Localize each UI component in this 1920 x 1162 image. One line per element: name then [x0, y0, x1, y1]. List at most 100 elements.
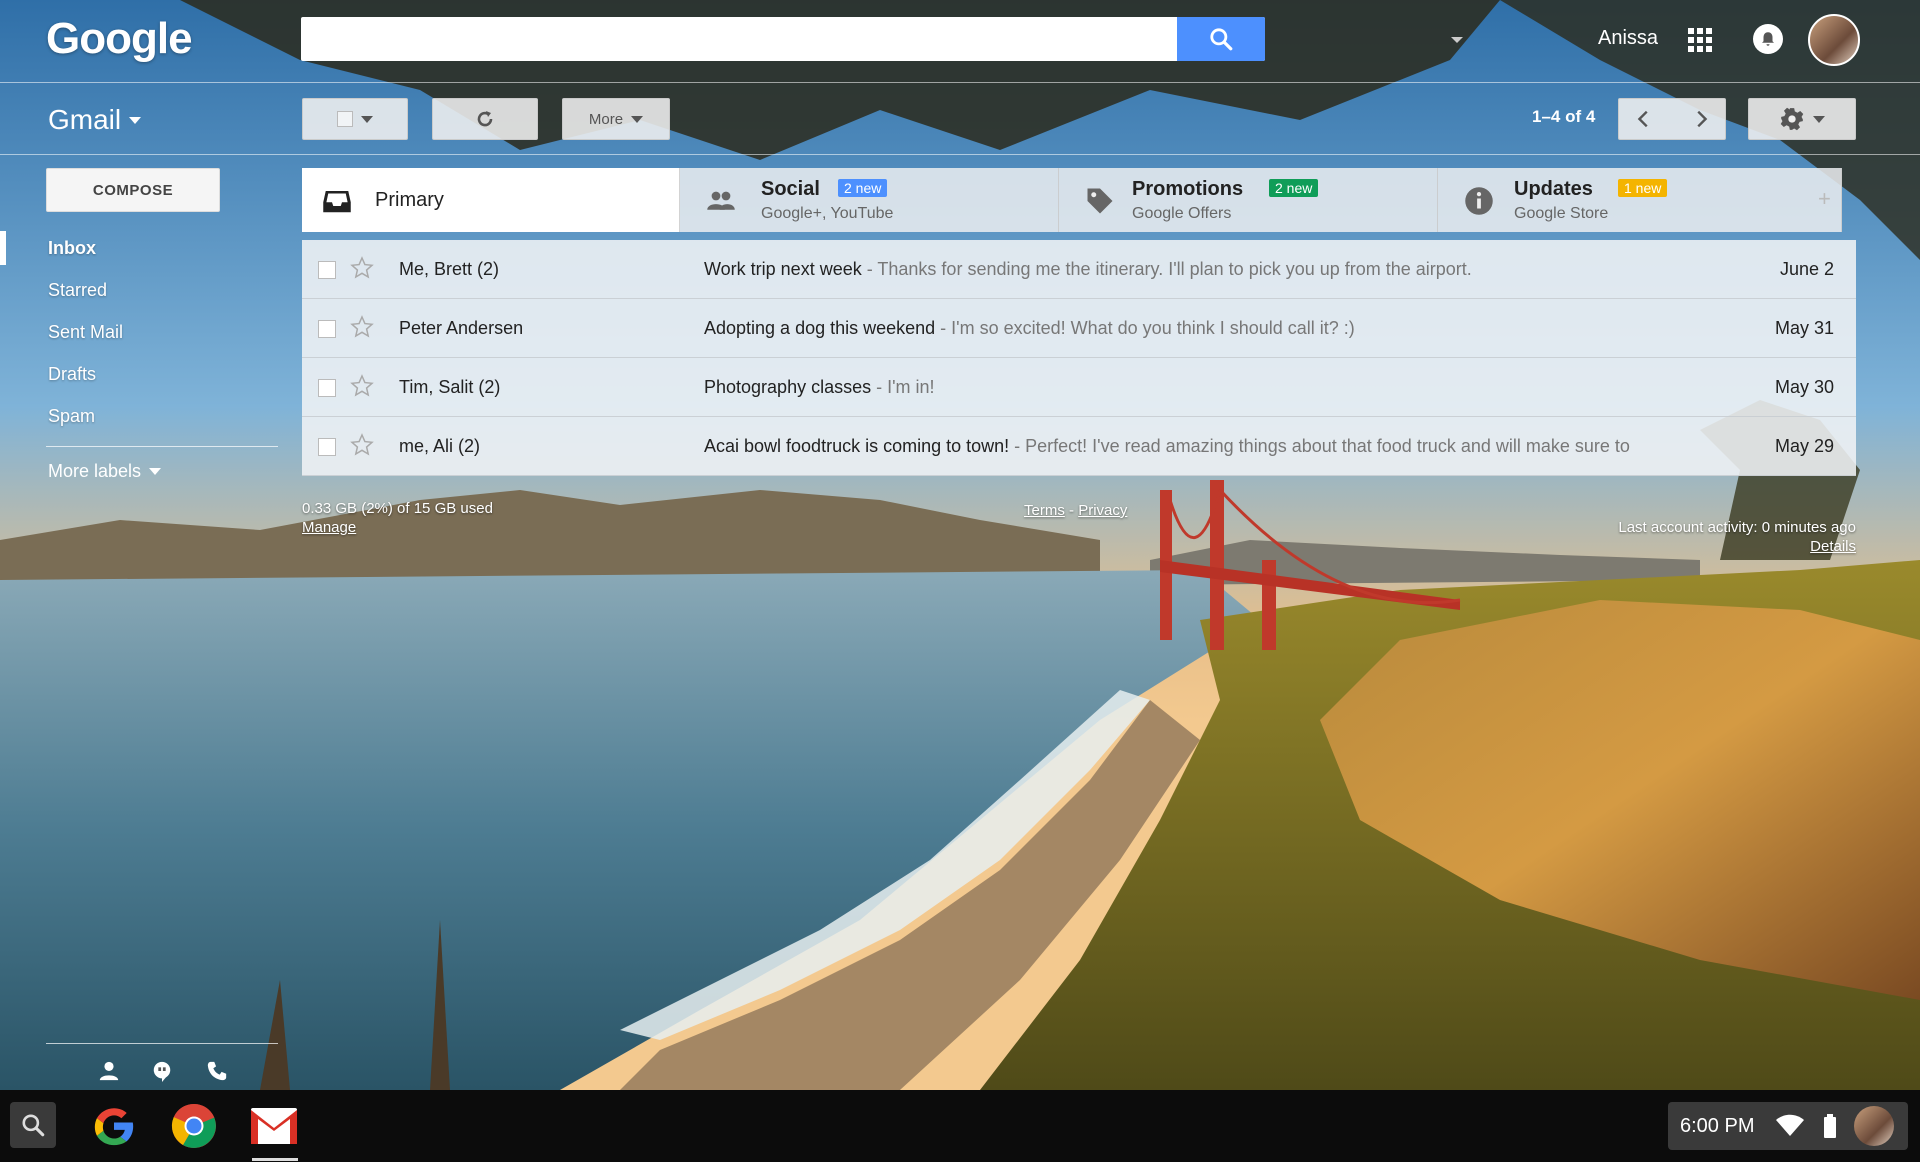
- google-app-icon[interactable]: [88, 1100, 140, 1152]
- message-list: Me, Brett (2) Work trip next week - Than…: [302, 240, 1856, 476]
- refresh-icon: [477, 111, 493, 127]
- tab-social[interactable]: Social 2 new Google+, YouTube: [680, 168, 1059, 232]
- chevron-down-icon: [1813, 115, 1825, 123]
- row-checkbox[interactable]: [318, 379, 336, 397]
- star-icon[interactable]: [350, 433, 374, 457]
- select-all-checkbox[interactable]: [337, 111, 353, 127]
- tag-icon: [1087, 188, 1113, 214]
- sidebar-item-starred[interactable]: Starred: [0, 269, 280, 311]
- tab-updates[interactable]: Updates 1 new Google Store: [1438, 168, 1842, 232]
- user-name[interactable]: Anissa: [1598, 27, 1658, 50]
- star-icon[interactable]: [350, 374, 374, 398]
- message-subject: Adopting a dog this weekend: [704, 318, 936, 338]
- toolbar-divider: [0, 154, 1920, 155]
- terms-privacy-links: Terms - Privacy: [1024, 502, 1127, 519]
- message-sender: me, Ali (2): [399, 436, 481, 456]
- category-tabs: Primary Social 2 new Google+, YouTube Pr…: [302, 168, 1842, 232]
- terms-privacy-separator: -: [1064, 502, 1079, 519]
- storage-usage: 0.33 GB (2%) of 15 GB used: [302, 500, 493, 517]
- row-checkbox[interactable]: [318, 438, 336, 456]
- launcher-button[interactable]: [10, 1102, 56, 1148]
- tab-social-sub: Google+, YouTube: [761, 205, 894, 222]
- newer-chevron-left-icon[interactable]: [1633, 108, 1655, 130]
- refresh-button[interactable]: [432, 98, 538, 140]
- header-divider: [0, 82, 1920, 83]
- chevron-down-icon: [631, 115, 644, 123]
- more-labels-button[interactable]: More labels: [48, 461, 162, 482]
- message-date: May 30: [1774, 377, 1834, 397]
- message-subject: Work trip next week: [704, 259, 862, 279]
- terms-link[interactable]: Terms: [1024, 502, 1065, 519]
- hangouts-chat-icon[interactable]: [149, 1058, 175, 1084]
- privacy-link[interactable]: Privacy: [1078, 502, 1127, 519]
- people-icon: [707, 191, 735, 210]
- active-app-indicator: [252, 1158, 298, 1161]
- search-icon: [1210, 28, 1233, 51]
- tab-promotions-sub: Google Offers: [1132, 205, 1232, 222]
- sidebar-item-inbox[interactable]: Inbox: [0, 227, 280, 269]
- message-sender: Peter Andersen: [399, 318, 524, 338]
- tab-updates-sub: Google Store: [1514, 205, 1609, 222]
- manage-storage-link[interactable]: Manage: [302, 519, 356, 536]
- wifi-icon: [1776, 1114, 1804, 1136]
- message-date: May 29: [1774, 436, 1834, 456]
- clock-time: 6:00 PM: [1680, 1115, 1755, 1137]
- sidebar-item-drafts[interactable]: Drafts: [0, 353, 280, 395]
- settings-button[interactable]: [1748, 98, 1856, 140]
- message-subject: Photography classes: [704, 377, 872, 397]
- tab-promotions[interactable]: Promotions 2 new Google Offers: [1059, 168, 1438, 232]
- contacts-person-icon[interactable]: [96, 1058, 122, 1084]
- sidebar-item-spam[interactable]: Spam: [0, 395, 280, 437]
- details-link[interactable]: Details: [1810, 538, 1856, 555]
- star-icon[interactable]: [350, 256, 374, 280]
- tab-primary[interactable]: Primary: [302, 168, 680, 232]
- search-icon: [22, 1114, 45, 1137]
- message-snippet: - I'm in!: [871, 377, 935, 397]
- chevron-down-icon: [149, 468, 162, 475]
- inbox-tray-icon: [323, 191, 351, 213]
- table-row[interactable]: Me, Brett (2) Work trip next week - Than…: [302, 240, 1856, 299]
- chevron-down-icon: [129, 116, 142, 124]
- tab-primary-title: Primary: [375, 189, 444, 211]
- apps-grid-icon[interactable]: [1688, 28, 1712, 52]
- gmail-app-icon[interactable]: [248, 1100, 300, 1152]
- message-date: June 2: [1779, 259, 1834, 279]
- chrome-app-icon[interactable]: [168, 1100, 220, 1152]
- system-tray[interactable]: 6:00 PM: [1668, 1102, 1908, 1150]
- pager-buttons: [1618, 98, 1726, 140]
- google-logo[interactable]: Google: [46, 14, 193, 64]
- tab-promotions-title: Promotions: [1132, 178, 1244, 200]
- message-sender: Me, Brett (2): [399, 259, 500, 279]
- details-link-text: Details: [1810, 538, 1856, 555]
- older-chevron-right-icon[interactable]: [1690, 108, 1712, 130]
- tab-social-badge: 2 new: [838, 179, 888, 197]
- notifications-bell-icon[interactable]: [1753, 24, 1783, 54]
- select-dropdown-button[interactable]: [302, 98, 408, 140]
- message-snippet: - I'm so excited! What do you think I sh…: [935, 318, 1355, 338]
- pagination-count: 1–4 of 4: [1532, 107, 1596, 126]
- search-button[interactable]: [1177, 17, 1265, 61]
- star-icon[interactable]: [350, 315, 374, 339]
- table-row[interactable]: me, Ali (2) Acai bowl foodtruck is comin…: [302, 417, 1856, 476]
- compose-button[interactable]: COMPOSE: [46, 168, 220, 212]
- message-date: May 31: [1774, 318, 1834, 338]
- add-tab-plus-icon[interactable]: +: [1818, 186, 1831, 212]
- account-avatar[interactable]: [1808, 14, 1860, 66]
- manage-link-text: Manage: [302, 519, 357, 536]
- row-checkbox[interactable]: [318, 261, 336, 279]
- table-row[interactable]: Tim, Salit (2) Photography classes - I'm…: [302, 358, 1856, 417]
- more-actions-button[interactable]: More: [562, 98, 670, 140]
- message-subject-line: Acai bowl foodtruck is coming to town! -…: [704, 436, 1704, 457]
- phone-call-icon[interactable]: [204, 1058, 230, 1084]
- row-checkbox[interactable]: [318, 320, 336, 338]
- hangouts-divider: [46, 1043, 278, 1044]
- gmail-menu-button[interactable]: Gmail: [48, 104, 142, 136]
- battery-icon: [1824, 1114, 1836, 1138]
- sidebar-item-sent-mail[interactable]: Sent Mail: [0, 311, 280, 353]
- search-input[interactable]: [301, 17, 1161, 61]
- search-bar: [301, 17, 1463, 61]
- message-sender: Tim, Salit (2): [399, 377, 501, 397]
- tab-updates-title: Updates: [1514, 178, 1593, 200]
- search-options-chevron-icon[interactable]: [1451, 37, 1463, 43]
- table-row[interactable]: Peter Andersen Adopting a dog this weeke…: [302, 299, 1856, 358]
